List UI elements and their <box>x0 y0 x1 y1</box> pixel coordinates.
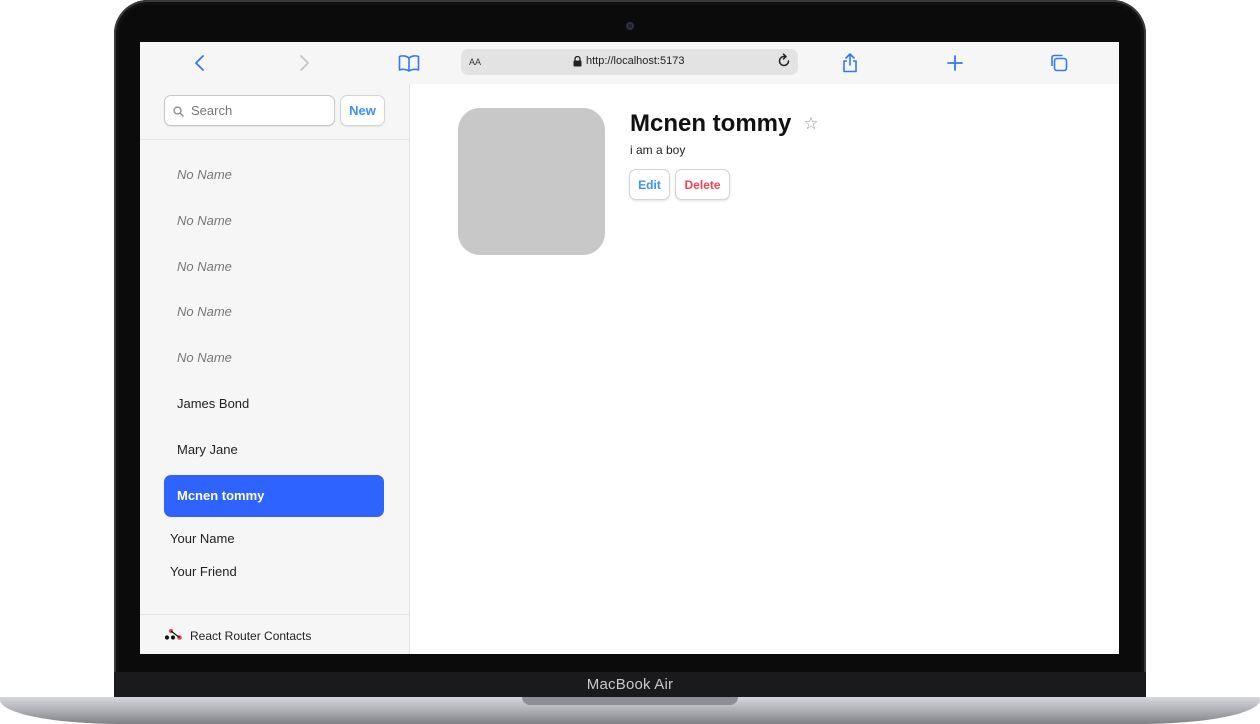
avatar <box>458 108 605 255</box>
share-icon[interactable] <box>838 51 862 75</box>
contact-item[interactable]: James Bond <box>164 383 384 425</box>
contact-item[interactable]: No Name <box>164 246 384 288</box>
forward-icon[interactable] <box>292 51 316 75</box>
search-icon <box>173 104 184 122</box>
delete-button[interactable]: Delete <box>675 169 730 200</box>
lock-icon <box>573 55 582 66</box>
contact-name-heading: Mcnen tommy ☆ <box>630 110 819 138</box>
camera <box>626 22 634 30</box>
contact-name: Mcnen tommy <box>630 110 792 137</box>
contact-item[interactable]: No Name <box>164 200 384 242</box>
browser-toolbar: AA http://localhost:5173 <box>140 42 1119 85</box>
tabs-overview-icon[interactable] <box>1047 51 1071 75</box>
url-text: http://localhost:5173 <box>586 55 685 67</box>
sidebar-footer: React Router Contacts <box>140 614 409 654</box>
laptop-notch <box>522 697 738 705</box>
new-tab-icon[interactable] <box>943 51 967 75</box>
screen: AA http://localhost:5173 Search New No N… <box>140 42 1119 654</box>
contact-item[interactable]: Mary Jane <box>164 429 384 471</box>
contact-item[interactable]: No Name <box>164 337 384 379</box>
sidebar: New No Name No Name No Name No Name No N… <box>140 84 410 654</box>
your-friend-link[interactable]: Your Friend <box>170 564 237 579</box>
contact-detail: Mcnen tommy ☆ i am a boy Edit Delete <box>410 84 1119 654</box>
your-name-link[interactable]: Your Name <box>170 531 235 546</box>
favorite-star-icon[interactable]: ☆ <box>803 114 818 134</box>
search-row: New <box>140 84 409 140</box>
new-contact-button[interactable]: New <box>340 95 385 126</box>
contact-item[interactable]: No Name <box>164 154 384 196</box>
footer-label: React Router Contacts <box>190 629 312 643</box>
search-field[interactable] <box>164 95 335 126</box>
edit-button[interactable]: Edit <box>629 169 670 200</box>
contact-item[interactable]: No Name <box>164 291 384 333</box>
device-brand: MacBook Air <box>586 676 674 693</box>
react-router-logo-icon <box>164 628 184 644</box>
address-bar[interactable]: AA http://localhost:5173 <box>461 49 798 75</box>
text-size-button[interactable]: AA <box>469 57 481 67</box>
contact-item-active[interactable]: Mcnen tommy <box>164 475 384 517</box>
bookmarks-icon[interactable] <box>397 51 421 75</box>
search-input[interactable] <box>189 100 329 120</box>
back-icon[interactable] <box>188 51 212 75</box>
contact-notes: i am a boy <box>630 143 686 157</box>
reload-icon[interactable] <box>776 53 792 74</box>
